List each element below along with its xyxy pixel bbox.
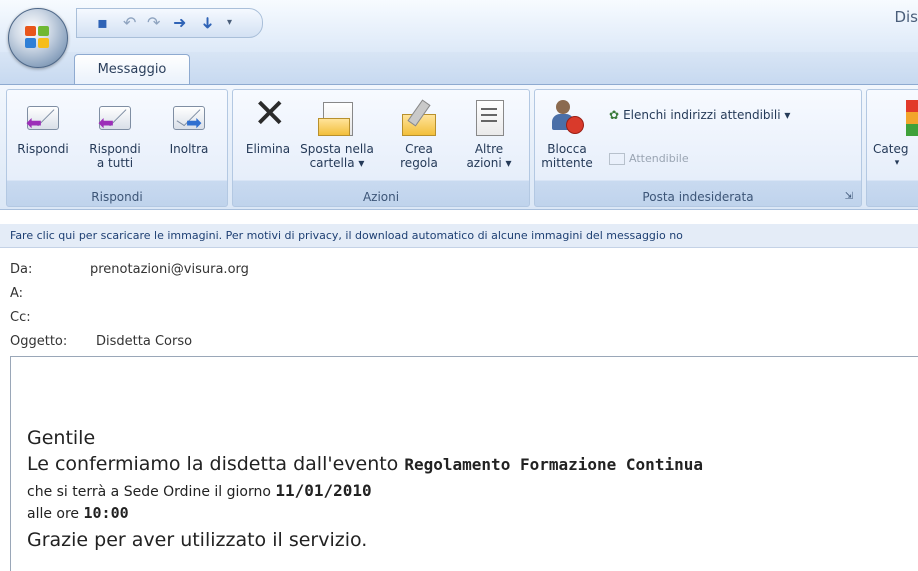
forward-label: Inoltra: [169, 142, 209, 156]
from-value[interactable]: prenotazioni@visura.org: [90, 262, 249, 277]
window-title: Dis: [894, 8, 918, 26]
group-respond-label: Rispondi: [91, 190, 143, 204]
tab-messaggio[interactable]: Messaggio: [74, 54, 190, 85]
reply-all-label: Rispondi: [89, 142, 141, 156]
body-line-date-text: che si terrà a Sede Ordine il giorno: [27, 484, 276, 500]
subject-label: Oggetto:: [10, 334, 68, 349]
categorize-label: Categ: [873, 142, 909, 156]
block-sender-label: Blocca: [547, 142, 587, 156]
quick-access-toolbar: ▪ ↶ ↷ ➜ ➜ ▾: [76, 8, 263, 38]
ribbon: ⬅ Rispondi ⬅ Rispondi a tutti ➡ Inoltra …: [0, 84, 918, 210]
message-body[interactable]: Gentile Le confermiamo la disdetta dall'…: [10, 356, 918, 571]
create-rule-icon: [400, 98, 438, 136]
other-actions-button[interactable]: Altre azioni ▾: [459, 98, 519, 170]
safe-lists-icon: ✿: [609, 108, 620, 122]
group-respond: ⬅ Rispondi ⬅ Rispondi a tutti ➡ Inoltra …: [6, 89, 228, 207]
office-button[interactable]: [8, 8, 68, 68]
event-time: 10:00: [83, 504, 129, 522]
redo-icon[interactable]: ↷: [147, 14, 160, 32]
move-to-folder-label: Sposta nella: [300, 142, 374, 156]
forward-icon: ➡: [170, 98, 208, 136]
other-actions-label: Altre: [474, 142, 504, 156]
not-junk-icon: [609, 153, 625, 165]
undo-icon[interactable]: ↶: [123, 14, 136, 32]
delete-button[interactable]: ✕ Elimina: [237, 91, 299, 156]
cc-label: Cc:: [10, 310, 31, 325]
categorize-icon: [878, 98, 918, 136]
body-line-event-text: Le confermiamo la disdetta dall'evento: [27, 453, 405, 475]
subject-value: Disdetta Corso: [96, 334, 193, 349]
forward-button[interactable]: ➡ Inoltra: [159, 98, 219, 156]
previous-item-icon[interactable]: ➜: [173, 14, 186, 32]
categorize-button[interactable]: Categ ▾: [869, 98, 918, 170]
block-sender-label-2: mittente: [541, 156, 593, 170]
reply-button[interactable]: ⬅ Rispondi: [13, 98, 73, 156]
create-rule-button[interactable]: Crea regola: [389, 98, 449, 170]
other-actions-icon: [470, 98, 508, 136]
not-junk-label: Attendibile: [629, 152, 689, 165]
other-actions-label-2: azioni ▾: [466, 156, 512, 170]
body-line-time-text: alle ore: [27, 506, 84, 522]
block-sender-icon: [548, 98, 586, 136]
reply-label: Rispondi: [17, 142, 69, 156]
reply-all-label-2: a tutti: [96, 156, 134, 170]
event-date: 11/01/2010: [275, 481, 372, 500]
move-to-folder-button[interactable]: Sposta nella cartella ▾: [299, 98, 375, 170]
create-rule-label: Crea: [405, 142, 433, 156]
move-to-folder-label-2: cartella ▾: [309, 156, 365, 170]
event-name: Regolamento Formazione Continua: [404, 455, 703, 474]
save-icon[interactable]: ▪: [97, 14, 108, 32]
body-line-event: Le confermiamo la disdetta dall'evento R…: [27, 453, 703, 475]
customize-toolbar-icon[interactable]: ▾: [227, 14, 232, 32]
create-rule-label-2: regola: [400, 156, 438, 170]
group-junk-mail: Blocca mittente ✿ Elenchi indirizzi atten…: [534, 89, 862, 207]
move-to-folder-icon: [318, 98, 356, 136]
safe-lists-menu[interactable]: ✿ Elenchi indirizzi attendibili ▾: [609, 108, 790, 122]
delete-x-icon: ✕: [253, 91, 287, 137]
to-label: A:: [10, 286, 24, 301]
from-label: Da:: [10, 262, 33, 277]
group-categorize: Categ ▾: [866, 89, 918, 207]
body-line-time: alle ore 10:00: [27, 503, 129, 522]
group-junk-label: Posta indesiderata: [642, 190, 754, 204]
not-junk-button[interactable]: Attendibile: [609, 152, 689, 165]
ribbon-tab-row: Messaggio: [0, 52, 918, 85]
group-actions-label: Azioni: [362, 190, 400, 204]
title-bar: ▪ ↶ ↷ ➜ ➜ ▾ Dis: [0, 0, 918, 68]
block-sender-button[interactable]: Blocca mittente: [539, 98, 595, 170]
reply-icon: ⬅: [24, 98, 62, 136]
body-line-date: che si terrà a Sede Ordine il giorno 11/…: [27, 481, 372, 500]
body-greeting: Gentile: [27, 427, 96, 449]
reply-all-button[interactable]: ⬅ Rispondi a tutti: [83, 98, 147, 170]
categorize-arrow: ▾: [894, 158, 900, 168]
reply-all-icon: ⬅: [96, 98, 134, 136]
safe-lists-label: Elenchi indirizzi attendibili ▾: [623, 108, 791, 122]
download-images-infobar[interactable]: Fare clic qui per scaricare le immagini.…: [0, 224, 918, 248]
body-closing: Grazie per aver utilizzato il servizio.: [27, 529, 368, 551]
group-actions: ✕ Elimina Sposta nella cartella ▾ Crea r…: [232, 89, 530, 207]
delete-label: Elimina: [245, 142, 291, 156]
next-item-icon[interactable]: ➜: [199, 16, 218, 29]
office-logo-icon: [25, 26, 51, 50]
dialog-launcher-icon[interactable]: ⇲: [845, 191, 853, 202]
